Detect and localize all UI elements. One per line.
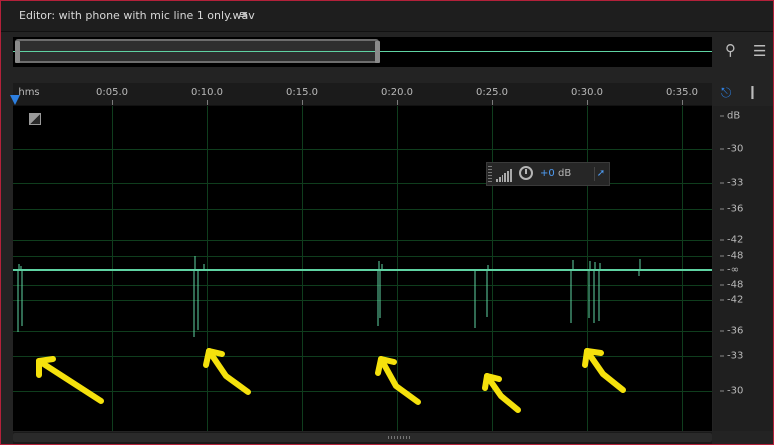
ruler-tick-label: 0:25.0 (476, 87, 508, 98)
db-scale-label: -30 (720, 144, 743, 155)
hud-pin-icon[interactable]: ➚ (594, 167, 607, 181)
waveform-spike (474, 265, 489, 328)
db-scale-label: -30 (720, 386, 743, 397)
ruler-tick-label: 0:15.0 (286, 87, 318, 98)
ruler-tick-mark (492, 100, 493, 105)
magnet-snap-icon[interactable]: ⎋ (721, 86, 731, 101)
ruler-tick-label: 0:05.0 (96, 87, 128, 98)
overview-navigator[interactable] (13, 37, 712, 67)
ruler-tick-label: 0:20.0 (381, 87, 413, 98)
db-scale-label: dB (720, 111, 740, 122)
zoom-icon[interactable]: ⚲ (725, 41, 736, 59)
volume-bars-icon (496, 168, 512, 182)
db-scale-label: -33 (720, 351, 743, 362)
editor-tab-title[interactable]: Editor: with phone with mic line 1 only.… (19, 9, 255, 22)
overview-right-handle[interactable] (375, 41, 380, 63)
ruler-unit-label: hms (18, 87, 40, 98)
db-scale-label: -42 (720, 295, 743, 306)
db-scale-label: -48 (720, 251, 743, 262)
overview-left-handle[interactable] (15, 41, 20, 63)
ruler-tick-label: 0:35.0 (666, 87, 698, 98)
db-scale: dB -30 -33 -36 -42 -48 -∞ -48 -42 -36 -3… (713, 106, 773, 431)
panel-menu-icon[interactable]: ≡ (239, 8, 248, 21)
ruler-tick-mark (112, 100, 113, 105)
ruler-tick-mark (207, 100, 208, 105)
db-scale-label: -48 (720, 280, 743, 291)
volume-hud[interactable]: +0 dB ➚ (486, 162, 610, 186)
scrollbar-thumb[interactable] (13, 433, 712, 442)
ruler-tick-label: 0:30.0 (571, 87, 603, 98)
annotation-arrow (36, 358, 104, 404)
annotation-arrow (378, 356, 421, 405)
editor-tab-bar: Editor: with phone with mic line 1 only.… (1, 1, 773, 32)
waveform-display[interactable]: +0 dB ➚ (13, 106, 712, 431)
ruler-tick-mark (682, 100, 683, 105)
ruler-tick-mark (302, 100, 303, 105)
ruler-tick-label: 0:10.0 (191, 87, 223, 98)
volume-value[interactable]: +0 (540, 168, 555, 179)
ruler-tick-mark (587, 100, 588, 105)
hud-drag-handle[interactable] (488, 166, 492, 182)
annotation-arrow (206, 348, 251, 395)
list-options-icon[interactable]: ☰ (753, 42, 766, 60)
volume-unit: dB (558, 168, 572, 179)
annotation-arrow (584, 348, 626, 393)
overview-waveform-line (13, 51, 712, 52)
db-scale-label: -∞ (720, 265, 739, 276)
ruler-tick-mark (397, 100, 398, 105)
db-scale-label: -36 (720, 326, 743, 337)
db-scale-label: -36 (720, 204, 743, 215)
playhead-marker[interactable] (10, 95, 20, 105)
waveform-spike (638, 259, 641, 276)
horizontal-scrollbar[interactable] (13, 432, 712, 444)
scrollbar-grip (388, 436, 412, 439)
db-scale-label: -42 (720, 235, 743, 246)
db-scale-label: -33 (720, 178, 743, 189)
audio-editor-window: Editor: with phone with mic line 1 only.… (0, 0, 774, 445)
annotation-arrow (484, 373, 521, 413)
pin-icon[interactable]: ❙ (747, 85, 758, 100)
waveform-svg (13, 256, 712, 413)
volume-knob[interactable] (519, 166, 533, 180)
waveform-spike (17, 264, 23, 332)
time-ruler[interactable]: hms 0:05.0 0:10.0 0:15.0 0:20.0 0:25.0 0… (10, 83, 712, 106)
waveform-spike (193, 256, 205, 337)
